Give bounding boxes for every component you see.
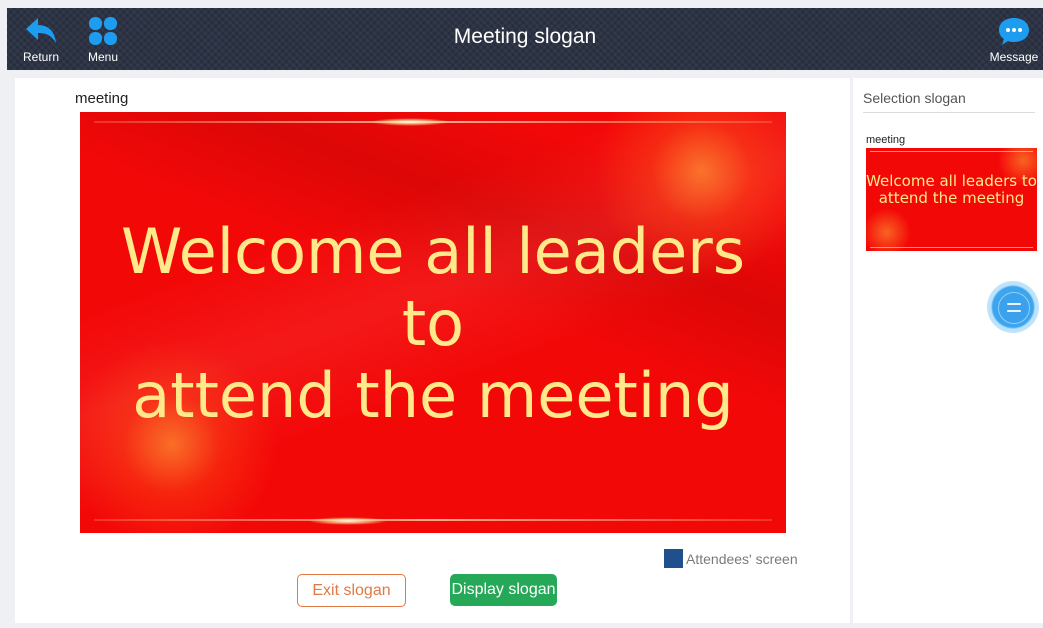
- menu-label: Menu: [87, 50, 119, 64]
- slogan-thumbnail[interactable]: Welcome all leaders to attend the meetin…: [866, 148, 1037, 251]
- floating-menu-icon: [998, 292, 1030, 324]
- return-label: Return: [22, 50, 60, 64]
- page-title: Meeting slogan: [453, 25, 597, 48]
- attendees-checkbox[interactable]: [664, 549, 683, 568]
- thumbnail-bottom-border: [870, 247, 1033, 248]
- thumbnail-text-line1: Welcome all leaders to: [866, 172, 1037, 190]
- top-bar: Return Menu Meeting slogan Message: [7, 8, 1043, 70]
- banner-text: Welcome all leaders to attend the meetin…: [80, 216, 786, 432]
- message-button[interactable]: Message: [989, 8, 1039, 70]
- thumbnail-text: Welcome all leaders to attend the meetin…: [866, 173, 1037, 207]
- banner-bottom-border: [94, 519, 772, 521]
- banner-text-line2: attend the meeting: [132, 359, 734, 432]
- slogan-banner: Welcome all leaders to attend the meetin…: [80, 112, 786, 533]
- thumbnail-top-border: [870, 151, 1033, 152]
- exit-slogan-button[interactable]: Exit slogan: [297, 574, 406, 607]
- banner-bottom-glow: [308, 517, 388, 525]
- floating-menu-button[interactable]: [987, 281, 1039, 333]
- selection-divider: [863, 112, 1035, 113]
- slogan-thumbnail-label: meeting: [866, 134, 906, 146]
- message-label: Message: [989, 50, 1039, 64]
- attendees-screen-label: Attendees' screen: [686, 551, 798, 567]
- slogan-selection-panel: Selection slogan meeting Welcome all lea…: [853, 78, 1043, 623]
- display-slogan-button[interactable]: Display slogan: [450, 574, 557, 606]
- selection-title: Selection slogan: [863, 90, 966, 106]
- chat-bubble-icon: [997, 16, 1031, 53]
- banner-text-line1: Welcome all leaders to: [120, 215, 746, 360]
- thumbnail-text-line2: attend the meeting: [878, 189, 1025, 207]
- banner-top-glow: [370, 118, 450, 126]
- slogan-name: meeting: [75, 90, 129, 107]
- slogan-preview-panel: meeting Welcome all leaders to attend th…: [15, 78, 850, 623]
